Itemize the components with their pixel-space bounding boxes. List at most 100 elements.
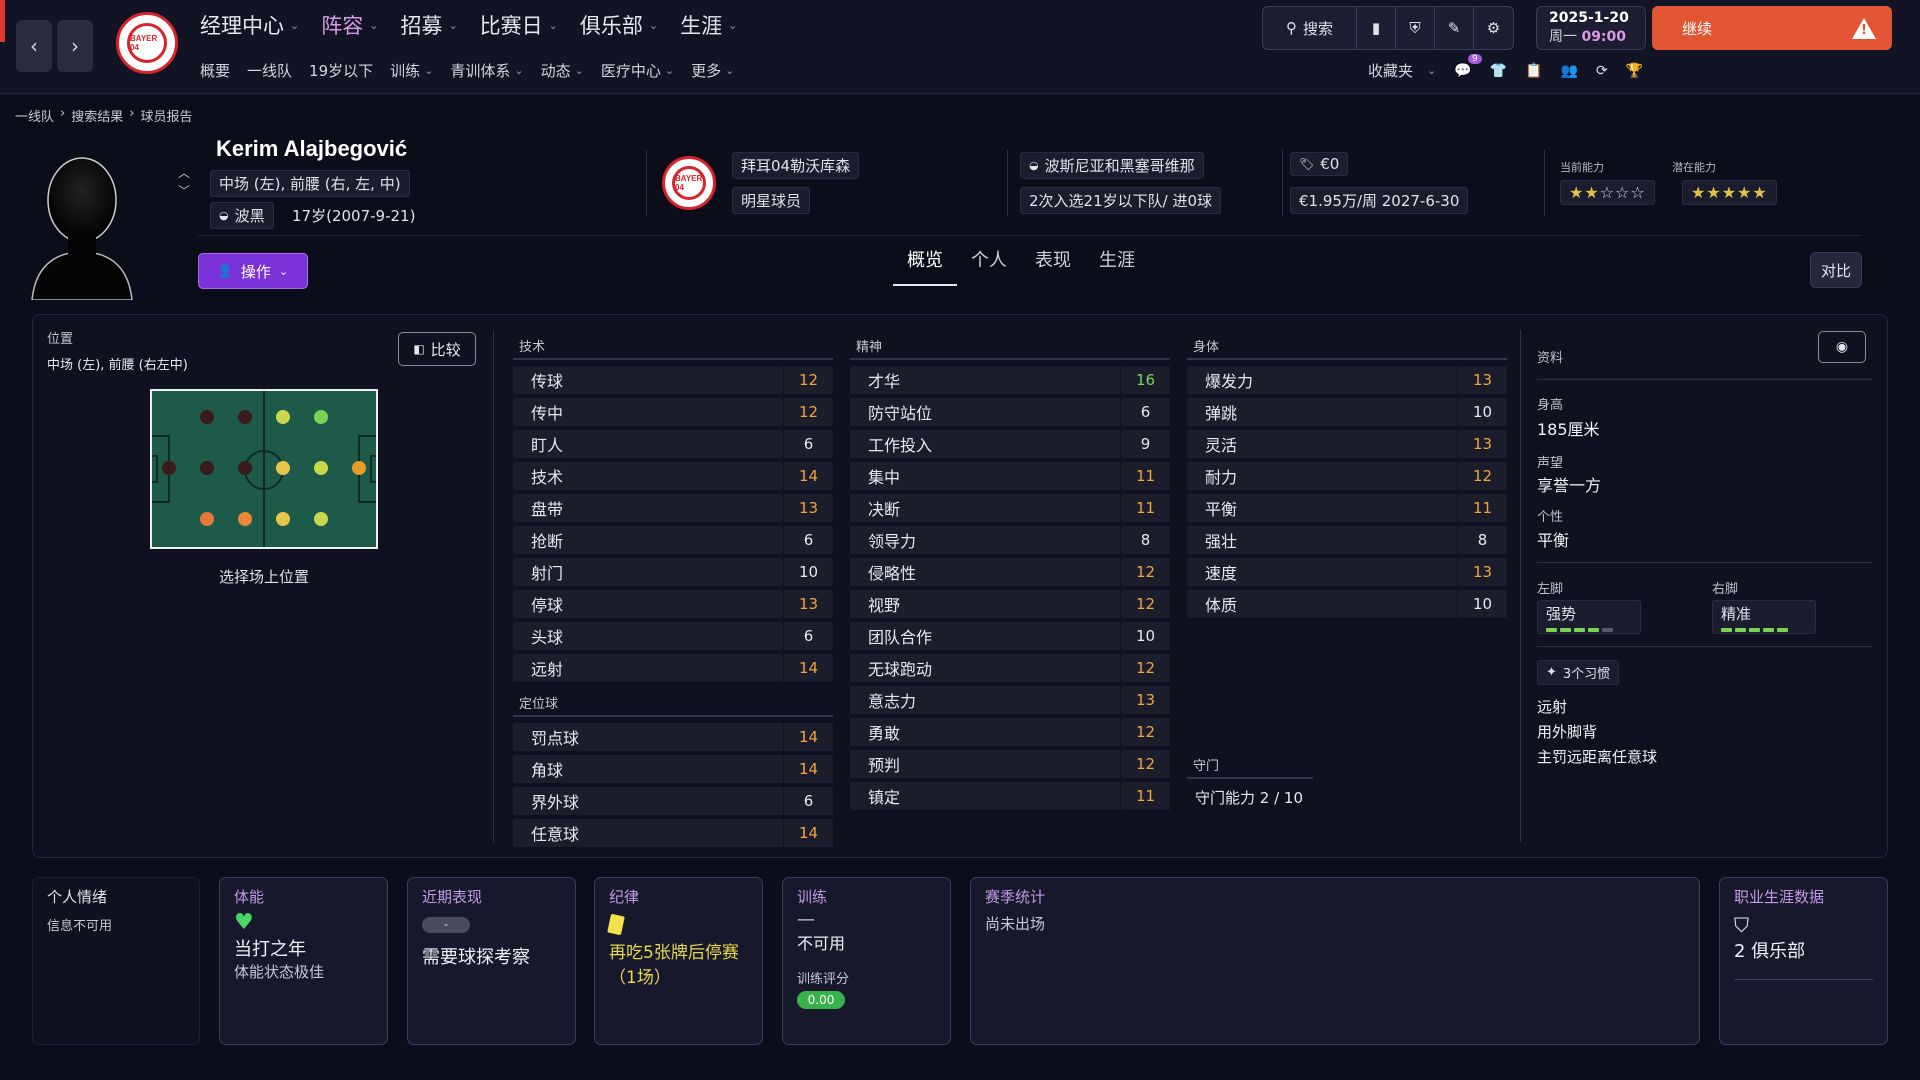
trophy-icon[interactable]: 🏆 [1626,63,1643,79]
nav-manager-center[interactable]: 经理中心 ⌄ [200,10,299,40]
favorites-menu[interactable]: 收藏夹 ⌄ [1368,60,1436,81]
attribute-row[interactable]: 才华 16 [850,366,1170,394]
attribute-row[interactable]: 盯人 6 [513,430,833,458]
club-name[interactable]: 拜耳04勒沃库森 [732,152,860,179]
form-card[interactable]: 近期表现 - 需要球探考察 [407,877,576,1045]
player-nationality[interactable]: ◒ 波黑 [210,202,274,229]
attribute-row[interactable]: 远射 14 [513,654,833,682]
career-card[interactable]: 职业生涯数据 ⛉ 2 俱乐部 [1719,877,1888,1045]
tab-overview[interactable]: 概览 [893,242,957,286]
fa-button[interactable]: ⛨ [1396,7,1435,49]
edit-button[interactable]: ✎ [1435,7,1474,49]
clipboard-icon[interactable]: 📋 [1525,63,1542,79]
habits-chip[interactable]: ✦ 3个习惯 [1537,660,1620,685]
pos-dot[interactable] [314,512,328,526]
subnav-training[interactable]: 训练 ⌄ [390,60,433,81]
attribute-row[interactable]: 防守站位 6 [850,398,1170,426]
club-logo[interactable]: BAYER 04 [116,12,178,74]
attribute-row[interactable]: 团队合作 10 [850,622,1170,650]
forward-button[interactable]: › [57,20,93,72]
tab-career[interactable]: 生涯 [1085,242,1149,286]
pos-dot[interactable] [200,410,214,424]
subnav-first-team[interactable]: 一线队 [247,60,292,81]
discipline-card[interactable]: 纪律 再吃5张牌后停赛（1场） [594,877,763,1045]
attribute-row[interactable]: 传中 12 [513,398,833,426]
fitness-card[interactable]: 体能 ♥ 当打之年 体能状态极佳 [219,877,388,1045]
chevron-up-icon[interactable]: ︿ [178,164,190,182]
attribute-row[interactable]: 头球 6 [513,622,833,650]
nav-club[interactable]: 俱乐部 ⌄ [580,10,658,40]
attribute-row[interactable]: 侵略性 12 [850,558,1170,586]
attribute-row[interactable]: 强壮 8 [1187,526,1507,554]
compare-button[interactable]: 对比 [1810,252,1862,288]
breadcrumb-first-team[interactable]: 一线队 [15,106,54,125]
pos-dot[interactable] [200,512,214,526]
breadcrumb-search-results[interactable]: 搜索结果 [71,106,123,125]
pos-dot[interactable] [276,461,290,475]
attribute-row[interactable]: 体质 10 [1187,590,1507,618]
attribute-row[interactable]: 镇定 11 [850,782,1170,810]
pos-dot[interactable] [238,461,252,475]
bookmark-button[interactable]: ▮ [1357,7,1396,49]
attribute-row[interactable]: 任意球 14 [513,819,833,847]
attribute-row[interactable]: 集中 11 [850,462,1170,490]
attribute-row[interactable]: 勇敢 12 [850,718,1170,746]
training-card[interactable]: 训练 — 不可用 训练评分 0.00 [782,877,951,1045]
attribute-row[interactable]: 决断 11 [850,494,1170,522]
club-crest[interactable]: BAYER 04 [662,156,716,210]
season-stats-card[interactable]: 赛季统计 尚未出场 [970,877,1700,1045]
pos-dot[interactable] [200,461,214,475]
subnav-youth[interactable]: 青训体系 ⌄ [450,60,523,81]
chat-icon[interactable]: 💬 9 [1454,53,1482,79]
tab-personal[interactable]: 个人 [957,242,1021,286]
operate-button[interactable]: 👤 操作 ⌄ [198,253,308,289]
compare-position-button[interactable]: ◧ 比较 [398,332,476,366]
nav-matchday[interactable]: 比赛日 ⌄ [480,10,558,40]
date-display[interactable]: 2025-1-20 周一 09:00 [1536,6,1646,50]
attribute-row[interactable]: 视野 12 [850,590,1170,618]
attribute-row[interactable]: 射门 10 [513,558,833,586]
attribute-row[interactable]: 领导力 8 [850,526,1170,554]
subnav-more[interactable]: 更多 ⌄ [691,60,734,81]
attribute-row[interactable]: 传球 12 [513,366,833,394]
attribute-row[interactable]: 预判 12 [850,750,1170,778]
attribute-row[interactable]: 工作投入 9 [850,430,1170,458]
attribute-row[interactable]: 弹跳 10 [1187,398,1507,426]
attribute-row[interactable]: 罚点球 14 [513,723,833,751]
pos-dot[interactable] [238,512,252,526]
back-button[interactable]: ‹ [16,20,52,72]
attribute-row[interactable]: 盘带 13 [513,494,833,522]
pos-dot[interactable] [238,410,252,424]
shirt-icon[interactable]: 👕 [1490,63,1507,79]
nav-recruitment[interactable]: 招募 ⌄ [400,10,457,40]
pos-dot[interactable] [352,461,366,475]
pos-dot[interactable] [314,461,328,475]
tab-performance[interactable]: 表现 [1021,242,1085,286]
subnav-u19[interactable]: 19岁以下 [309,60,373,81]
attribute-row[interactable]: 爆发力 13 [1187,366,1507,394]
subnav-dynamics[interactable]: 动态 ⌄ [541,60,584,81]
continue-button[interactable]: 继续 ! [1652,6,1892,50]
mood-card[interactable]: 个人情绪 信息不可用 [32,877,200,1045]
attribute-row[interactable]: 界外球 6 [513,787,833,815]
settings-button[interactable]: ⚙ [1474,7,1513,49]
attribute-row[interactable]: 意志力 13 [850,686,1170,714]
pos-dot[interactable] [276,512,290,526]
search-button[interactable]: ⚲ 搜索 [1263,7,1357,49]
refresh-icon[interactable]: ⟳ [1596,63,1608,79]
attribute-row[interactable]: 抢断 6 [513,526,833,554]
nation-full[interactable]: ◒ 波斯尼亚和黑塞哥维那 [1020,152,1204,179]
attribute-row[interactable]: 停球 13 [513,590,833,618]
attribute-row[interactable]: 技术 14 [513,462,833,490]
attribute-row[interactable]: 平衡 11 [1187,494,1507,522]
nav-squad[interactable]: 阵容 ⌄ [321,10,378,40]
attribute-row[interactable]: 角球 14 [513,755,833,783]
nav-career[interactable]: 生涯 ⌄ [680,10,737,40]
pos-dot[interactable] [276,410,290,424]
profile-view-button[interactable]: ◉ [1818,331,1866,363]
position-pitch[interactable] [150,389,378,549]
attribute-row[interactable]: 灵活 13 [1187,430,1507,458]
subnav-overview[interactable]: 概要 [200,60,230,81]
pos-dot[interactable] [314,410,328,424]
attribute-row[interactable]: 无球跑动 12 [850,654,1170,682]
